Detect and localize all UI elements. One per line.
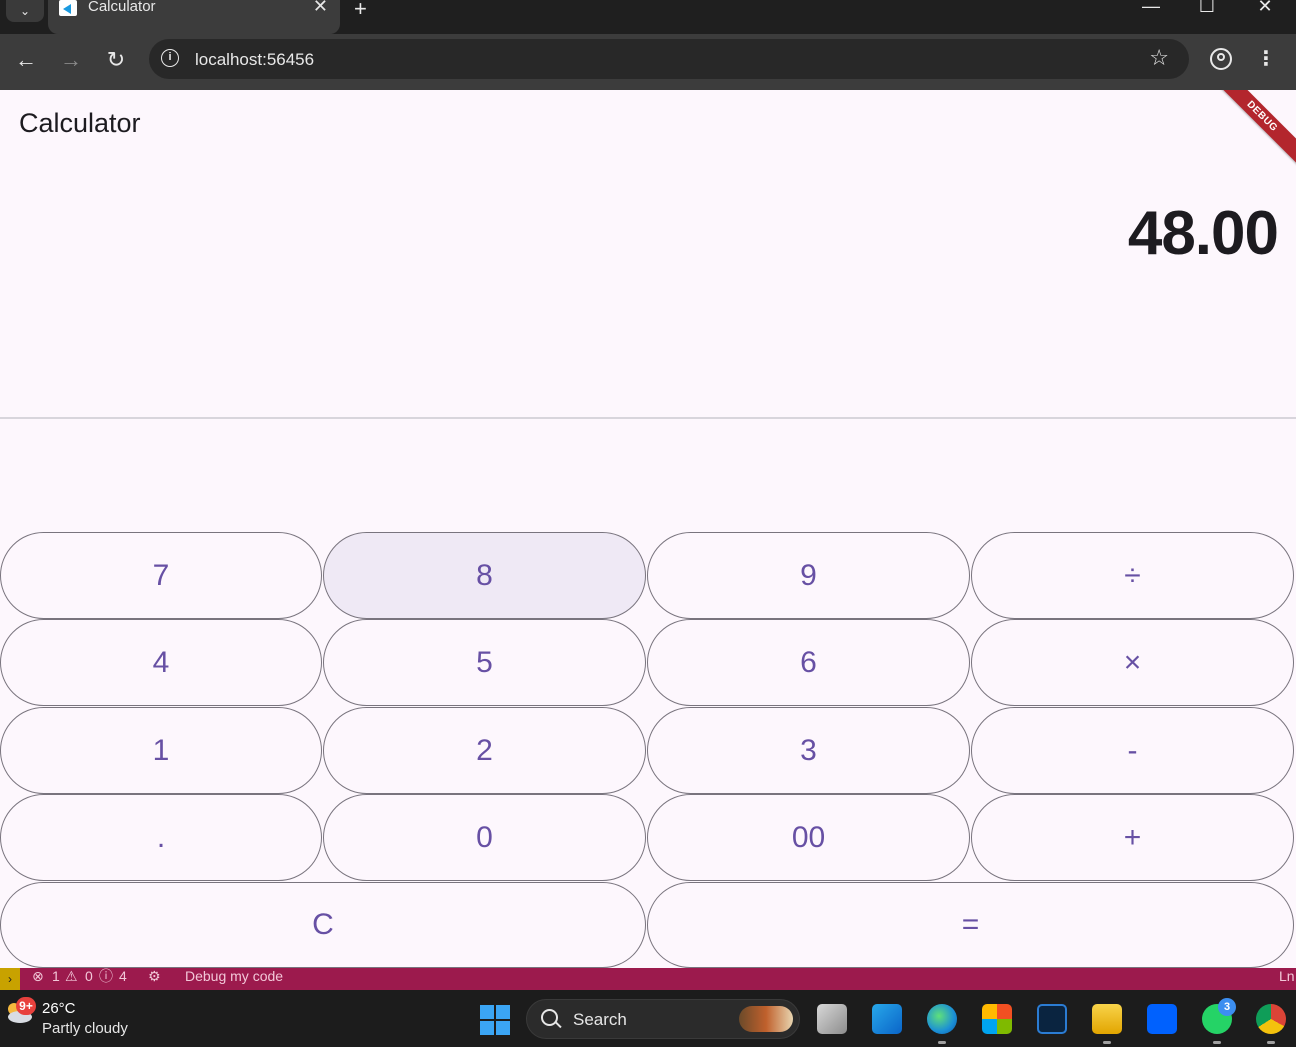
weather-badge: 9+ — [16, 997, 36, 1015]
close-window-button[interactable]: ✕ — [1250, 0, 1280, 17]
dropbox-icon[interactable] — [1147, 1004, 1177, 1034]
key-divide[interactable]: ÷ — [971, 532, 1294, 619]
address-bar[interactable]: i localhost:56456 ☆ — [149, 39, 1189, 79]
outlook-icon[interactable] — [872, 1004, 902, 1034]
forward-arrow-icon[interactable]: → — [57, 48, 85, 72]
warning-icon[interactable]: ⚠ — [65, 968, 78, 985]
edge-icon[interactable] — [927, 1004, 957, 1034]
back-arrow-icon[interactable]: ← — [12, 48, 40, 72]
key-equals[interactable]: = — [647, 882, 1294, 968]
key-1[interactable]: 1 — [0, 707, 322, 794]
key-multiply[interactable]: × — [971, 619, 1294, 706]
search-icon — [541, 1009, 558, 1026]
minimize-button[interactable]: — — [1136, 0, 1166, 17]
error-count[interactable]: 1 — [52, 968, 60, 985]
edge-running-indicator — [938, 1041, 946, 1044]
kebab-menu-icon[interactable]: ⋮ — [1256, 46, 1276, 72]
bookmark-star-icon[interactable]: ☆ — [1149, 45, 1169, 71]
key-3[interactable]: 3 — [647, 707, 970, 794]
calculator-app: Calculator DEBUG 48.00 7 8 9 ÷ 4 5 6 × 1… — [0, 90, 1296, 968]
key-0[interactable]: 0 — [323, 794, 646, 881]
key-clear[interactable]: C — [0, 882, 646, 968]
url-text[interactable]: localhost:56456 — [195, 50, 314, 70]
debug-label[interactable]: Debug my code — [185, 968, 283, 985]
tab-close-icon[interactable]: ✕ — [313, 0, 328, 15]
info-icon[interactable]: ⓘ — [99, 968, 113, 985]
profile-icon[interactable] — [1210, 48, 1232, 70]
key-4[interactable]: 4 — [0, 619, 322, 706]
key-2[interactable]: 2 — [323, 707, 646, 794]
weather-temperature[interactable]: 26°C — [42, 1000, 76, 1017]
key-6[interactable]: 6 — [647, 619, 970, 706]
key-plus[interactable]: + — [971, 794, 1294, 881]
site-info-icon[interactable]: i — [161, 49, 179, 67]
divider — [0, 417, 1296, 419]
error-icon[interactable]: ⊗ — [32, 968, 44, 985]
result-display: 48.00 — [1127, 199, 1279, 268]
cursor-position[interactable]: Ln — [1279, 968, 1295, 985]
maximize-button[interactable]: ☐ — [1192, 0, 1222, 17]
explorer-running-indicator — [1103, 1041, 1111, 1044]
task-view-icon[interactable] — [817, 1004, 847, 1034]
key-decimal[interactable]: . — [0, 794, 322, 881]
key-9[interactable]: 9 — [647, 532, 970, 619]
key-minus[interactable]: - — [971, 707, 1294, 794]
whatsapp-running-indicator — [1213, 1041, 1221, 1044]
windows-taskbar: 9+ 26°C Partly cloudy Search 3 — [0, 990, 1296, 1047]
flutter-favicon-icon — [59, 0, 77, 16]
remote-indicator-icon[interactable]: › — [0, 968, 20, 990]
app-title: Calculator — [19, 108, 141, 138]
tab-strip: ⌄ Calculator ✕ + — ☐ ✕ — [0, 0, 1296, 34]
file-explorer-icon[interactable] — [1092, 1004, 1122, 1034]
tab-title: Calculator — [88, 0, 156, 15]
microsoft-store-icon[interactable] — [982, 1004, 1012, 1034]
debug-icon[interactable]: ⚙ — [148, 968, 161, 985]
whatsapp-badge: 3 — [1218, 998, 1236, 1016]
browser-toolbar: ← → ↻ i localhost:56456 ☆ ⋮ — [0, 34, 1296, 90]
taskbar-search[interactable]: Search — [526, 999, 800, 1039]
browser-tab[interactable]: Calculator ✕ — [48, 0, 340, 34]
weather-condition[interactable]: Partly cloudy — [42, 1020, 128, 1037]
chrome-icon[interactable] — [1256, 1004, 1286, 1034]
key-5[interactable]: 5 — [323, 619, 646, 706]
editor-status-bar: › ⊗ 1 ⚠ 0 ⓘ 4 ⚙ Debug my code Ln — [0, 968, 1296, 990]
key-00[interactable]: 00 — [647, 794, 970, 881]
search-label: Search — [573, 1010, 627, 1029]
windows-start-icon[interactable] — [480, 1005, 510, 1035]
key-7[interactable]: 7 — [0, 532, 322, 619]
search-highlight-icon[interactable] — [739, 1006, 793, 1032]
reload-icon[interactable]: ↻ — [102, 48, 130, 72]
warning-count[interactable]: 0 — [85, 968, 93, 985]
new-tab-button[interactable]: + — [354, 0, 367, 22]
tab-dropdown-icon[interactable]: ⌄ — [6, 0, 44, 22]
debug-banner: DEBUG — [1213, 90, 1296, 165]
info-count[interactable]: 4 — [119, 968, 127, 985]
chrome-running-indicator — [1267, 1041, 1275, 1044]
shield-app-icon[interactable] — [1037, 1004, 1067, 1034]
key-8[interactable]: 8 — [323, 532, 646, 619]
